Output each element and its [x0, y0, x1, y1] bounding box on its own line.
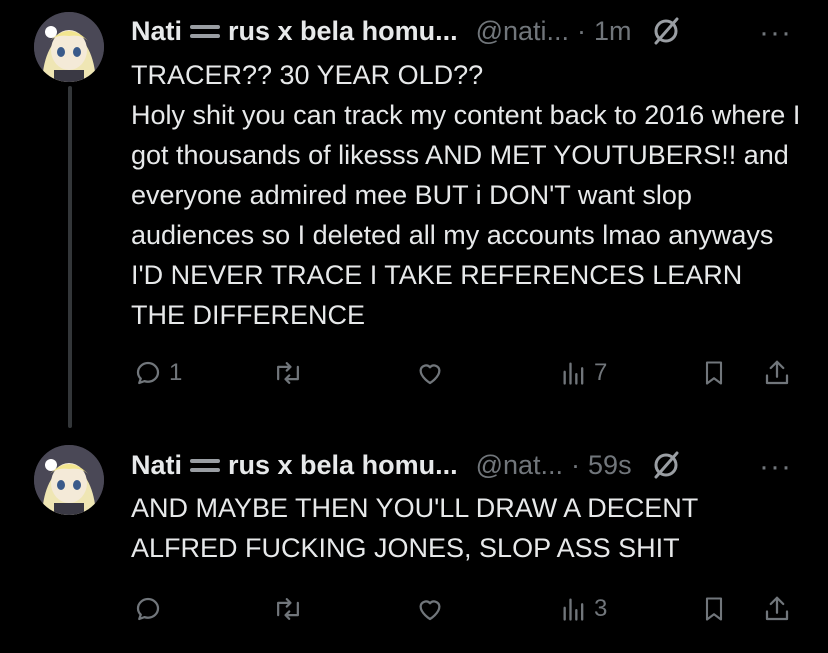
share-icon [765, 596, 789, 621]
bookmark-icon [705, 361, 723, 385]
handle[interactable]: @nati... [476, 16, 569, 47]
grok-icon[interactable] [650, 15, 682, 47]
repost-button[interactable] [272, 358, 304, 388]
handle[interactable]: @nat... [476, 450, 563, 481]
reply-button[interactable] [133, 594, 163, 624]
reply-count: 1 [169, 359, 183, 386]
avatar[interactable] [34, 12, 104, 82]
repost-button[interactable] [272, 594, 304, 624]
timestamp[interactable]: 59s [588, 450, 632, 481]
flag-icon [190, 458, 221, 472]
bookmark-icon [705, 597, 723, 621]
post-header: Nati rus x bela homu... @nat... · 59s [131, 447, 682, 483]
grok-icon[interactable] [650, 449, 682, 481]
share-button[interactable] [762, 358, 792, 388]
post-header: Nati rus x bela homu... @nati... · 1m [131, 13, 682, 49]
like-button[interactable] [414, 594, 446, 624]
repost-icon [277, 362, 299, 384]
views-icon [563, 362, 584, 385]
reply-icon [136, 597, 160, 621]
share-icon [765, 360, 789, 385]
like-button[interactable] [414, 358, 446, 388]
display-name[interactable]: Nati [131, 450, 182, 481]
views-button[interactable]: 3 [560, 594, 607, 624]
action-bar: 3 [0, 594, 828, 634]
post-text: TRACER?? 30 YEAR OLD?? Holy shit you can… [131, 60, 801, 330]
separator-dot: · [571, 449, 581, 480]
views-button[interactable]: 7 [560, 358, 607, 388]
display-name-suffix[interactable]: rus x bela homu... [228, 450, 458, 481]
post-1[interactable]: Nati rus x bela homu... @nati... · 1m ··… [0, 0, 828, 430]
display-name-suffix[interactable]: rus x bela homu... [228, 16, 458, 47]
bookmark-button[interactable] [700, 594, 728, 624]
reply-button[interactable]: 1 [133, 358, 182, 388]
views-count: 7 [594, 359, 608, 386]
reply-icon [136, 361, 160, 385]
timestamp[interactable]: 1m [594, 16, 632, 47]
views-icon [563, 598, 584, 621]
display-name[interactable]: Nati [131, 16, 182, 47]
flag-icon [190, 24, 221, 38]
like-icon [419, 364, 441, 385]
avatar[interactable] [34, 445, 104, 515]
views-count: 3 [594, 595, 608, 622]
bookmark-button[interactable] [700, 358, 728, 388]
separator-dot: · [577, 15, 587, 46]
post-2[interactable]: Nati rus x bela homu... @nat... · 59s ··… [0, 430, 828, 653]
share-button[interactable] [762, 594, 792, 624]
more-icon[interactable]: ··· [759, 18, 792, 48]
more-icon[interactable]: ··· [759, 452, 792, 482]
post-text: AND MAYBE THEN YOU'LL DRAW A DECENT ALFR… [131, 493, 704, 563]
like-icon [419, 600, 441, 621]
action-bar: 1 7 [0, 358, 828, 398]
repost-icon [277, 598, 299, 620]
